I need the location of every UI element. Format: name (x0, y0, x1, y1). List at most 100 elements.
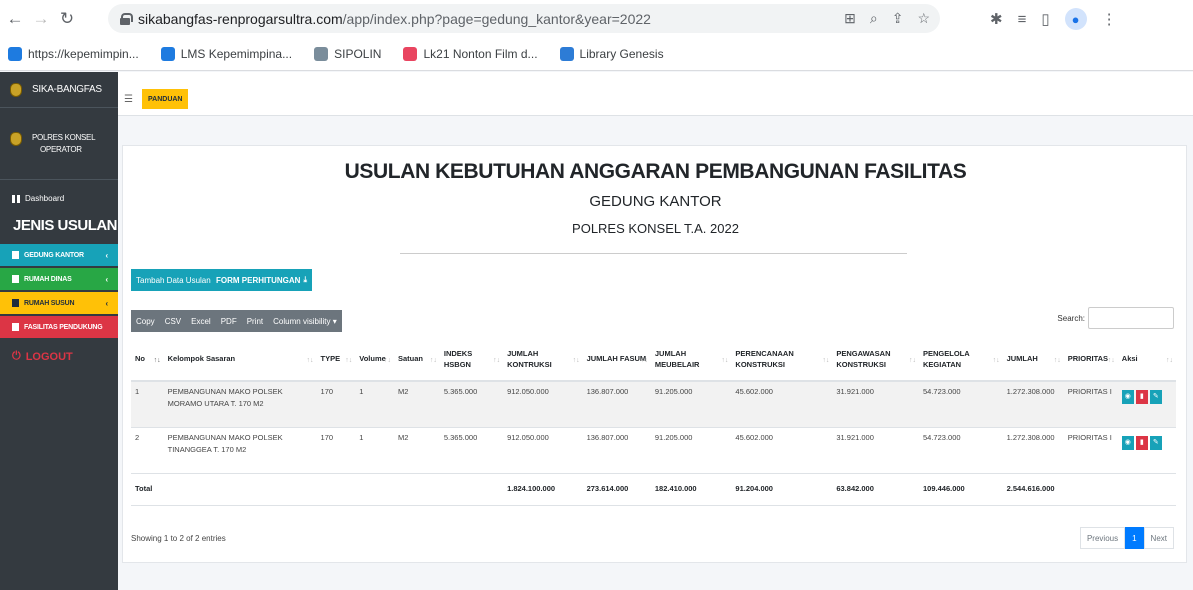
panduan-button[interactable]: PANDUAN (142, 89, 189, 109)
bookmark-item[interactable]: Lk21 Nonton Film d... (403, 47, 538, 61)
col-header[interactable]: JUMLAH FASUM ↑↓ (582, 339, 651, 382)
sort-icon: ↑↓ (909, 357, 916, 365)
col-header[interactable]: PENGELOLA KEGIATAN ↑↓ (919, 339, 1003, 382)
form-perhitungan-button[interactable]: FORM PERHITUNGAN ⤓ (211, 269, 312, 291)
table-row: 1 PEMBANGUNAN MAKO POLSEK MORAMO UTARA T… (131, 380, 1176, 427)
view-icon[interactable]: ◉ (1121, 435, 1134, 450)
bookmark-favicon-icon (8, 47, 22, 61)
total-cell: 273.614.000 (582, 472, 651, 506)
reading-list-icon[interactable]: ≡ (1018, 11, 1027, 28)
cell-perencanaan: 45.602.000 (731, 426, 833, 473)
col-header[interactable]: Satuan ↑↓ (394, 339, 440, 382)
cell-jumlah-kontruksi: 912.050.000 (503, 380, 583, 427)
zoom-icon[interactable]: ⌕ (870, 10, 878, 27)
col-header[interactable]: No ↑↓ (131, 339, 164, 382)
total-cell: 1.824.100.000 (503, 472, 583, 506)
reload-icon[interactable]: ↻ (56, 8, 78, 30)
sidebar-item-dashboard[interactable]: Dashboard (0, 194, 118, 203)
column-visibility-button[interactable]: Column visibility ▾ (268, 317, 342, 326)
bookmark-item[interactable]: Library Genesis (559, 47, 664, 61)
user-role: OPERATOR (40, 145, 82, 154)
bookmark-favicon-icon (314, 47, 329, 61)
col-header-label: Kelompok Sasaran (167, 354, 236, 364)
sidebar-item-label: FASILITAS PENDUKUNG (24, 323, 103, 331)
edit-icon[interactable]: ✎ (1149, 435, 1162, 450)
cell-jumlah: 1.272.308.000 (1002, 380, 1064, 427)
bookmark-label: Library Genesis (579, 47, 664, 61)
print-button[interactable]: Print (242, 317, 268, 326)
edit-icon[interactable]: ✎ (1149, 390, 1162, 404)
col-header[interactable]: Aksi ↑↓ (1117, 339, 1176, 382)
extensions-icon[interactable]: ✱ (990, 10, 1003, 28)
view-icon[interactable]: ◉ (1121, 390, 1134, 404)
address-bar[interactable]: sikabangfas-renprogarsultra.com/app/inde… (108, 4, 940, 33)
menu-icon[interactable]: ⋮ (1102, 10, 1117, 28)
col-header[interactable]: PRIORITAS ↑↓ (1063, 339, 1118, 382)
bookmark-favicon-icon (403, 47, 418, 61)
col-header[interactable]: JUMLAH KONTRUKSI ↑↓ (503, 339, 583, 382)
side-panel-icon[interactable]: ▯ (1041, 10, 1049, 28)
bookmark-item[interactable]: LMS Kepemimpina... (160, 47, 292, 61)
col-header-label: INDEKS HSBGN (443, 349, 473, 369)
pdf-button[interactable]: PDF (216, 317, 242, 326)
hamburger-icon[interactable]: ☰ (124, 94, 133, 105)
usulan-table: No ↑↓ Kelompok Sasaran ↑↓ TYPE ↑↓ Volume ↑↓ … (131, 339, 1176, 506)
top-navbar: ☰ PANDUAN (118, 72, 1193, 116)
logout-link[interactable]: ⏻ LOGOUT (12, 350, 118, 363)
total-row: Total 1.824.100.000 273.614.000 182.410.… (131, 472, 1176, 506)
sort-icon: ↑↓ (429, 357, 437, 365)
next-button[interactable]: Next (1143, 527, 1174, 549)
page-1-button[interactable]: 1 (1125, 527, 1144, 549)
col-header[interactable]: PERENCANAAN KONSTRUKSI ↑↓ (731, 339, 833, 382)
add-data-button[interactable]: Tambah Data Usulan (131, 269, 216, 291)
delete-icon[interactable]: ▮ (1135, 390, 1148, 404)
sidebar-item-rumah-dinas[interactable]: RUMAH DINAS ‹ (0, 268, 118, 290)
sort-icon: ↑↓ (640, 357, 648, 365)
previous-button[interactable]: Previous (1079, 527, 1126, 549)
forward-icon[interactable]: → (30, 8, 52, 30)
sidebar-item-label: Dashboard (25, 194, 65, 203)
total-empty (1117, 472, 1176, 506)
total-cell: 63.842.000 (832, 472, 919, 506)
divider (400, 253, 907, 254)
col-header[interactable]: PENGAWASAN KONSTRUKSI ↑↓ (832, 339, 919, 382)
total-cell: 2.544.616.000 (1002, 472, 1064, 506)
col-header[interactable]: Volume ↑↓ (355, 339, 394, 382)
search-input[interactable] (1088, 307, 1174, 329)
cell-satuan: M2 (394, 426, 440, 473)
col-header[interactable]: JUMLAH ↑↓ (1002, 339, 1064, 382)
sidebar-item-fasilitas-pendukung[interactable]: FASILITAS PENDUKUNG (0, 316, 118, 338)
col-header-label: Volume (359, 354, 386, 364)
user-name: POLRES KONSEL (32, 133, 96, 142)
col-header[interactable]: TYPE ↑↓ (316, 339, 356, 382)
copy-button[interactable]: Copy (131, 317, 160, 326)
sidebar-item-gedung-kantor[interactable]: GEDUNG KANTOR ‹ (0, 244, 118, 266)
pagination: Previous 1 Next (1079, 527, 1174, 549)
bookmark-item[interactable]: SIPOLIN (314, 47, 381, 61)
sort-icon: ↑↓ (493, 357, 501, 365)
cell-perencanaan: 45.602.000 (731, 380, 833, 427)
profile-avatar-icon[interactable]: ● (1064, 8, 1087, 30)
csv-button[interactable]: CSV (160, 317, 186, 326)
delete-icon[interactable]: ▮ (1135, 435, 1148, 450)
sidebar: SIKA-BANGFAS POLRES KONSEL OPERATOR Dashb… (0, 72, 118, 590)
col-header-label: Satuan (398, 354, 424, 364)
excel-button[interactable]: Excel (186, 317, 216, 326)
table-info: Showing 1 to 2 of 2 entries (131, 534, 226, 543)
star-icon[interactable]: ☆ (917, 10, 930, 27)
sidebar-item-rumah-susun[interactable]: RUMAH SUSUN ‹ (0, 292, 118, 314)
cell-jumlah-meubelair: 91.205.000 (650, 380, 732, 427)
translate-icon[interactable]: ⊞ (844, 10, 856, 27)
sidebar-section-title: JENIS USULAN (13, 217, 118, 234)
bookmark-item[interactable]: https://kepemimpin... (8, 47, 139, 61)
share-icon[interactable]: ⇪ (892, 10, 904, 27)
back-icon[interactable]: ← (4, 8, 26, 30)
page-subtitle: GEDUNG KANTOR (589, 193, 722, 210)
col-header[interactable]: INDEKS HSBGN ↑↓ (439, 339, 504, 382)
col-header[interactable]: JUMLAH MEUBELAIR ↑↓ (650, 339, 732, 382)
sort-icon: ↑↓ (572, 357, 580, 365)
file-icon (12, 275, 19, 283)
col-header-label: Aksi (1121, 354, 1138, 364)
col-header[interactable]: Kelompok Sasaran ↑↓ (163, 339, 317, 382)
brand-link[interactable]: SIKA-BANGFAS (0, 72, 118, 108)
